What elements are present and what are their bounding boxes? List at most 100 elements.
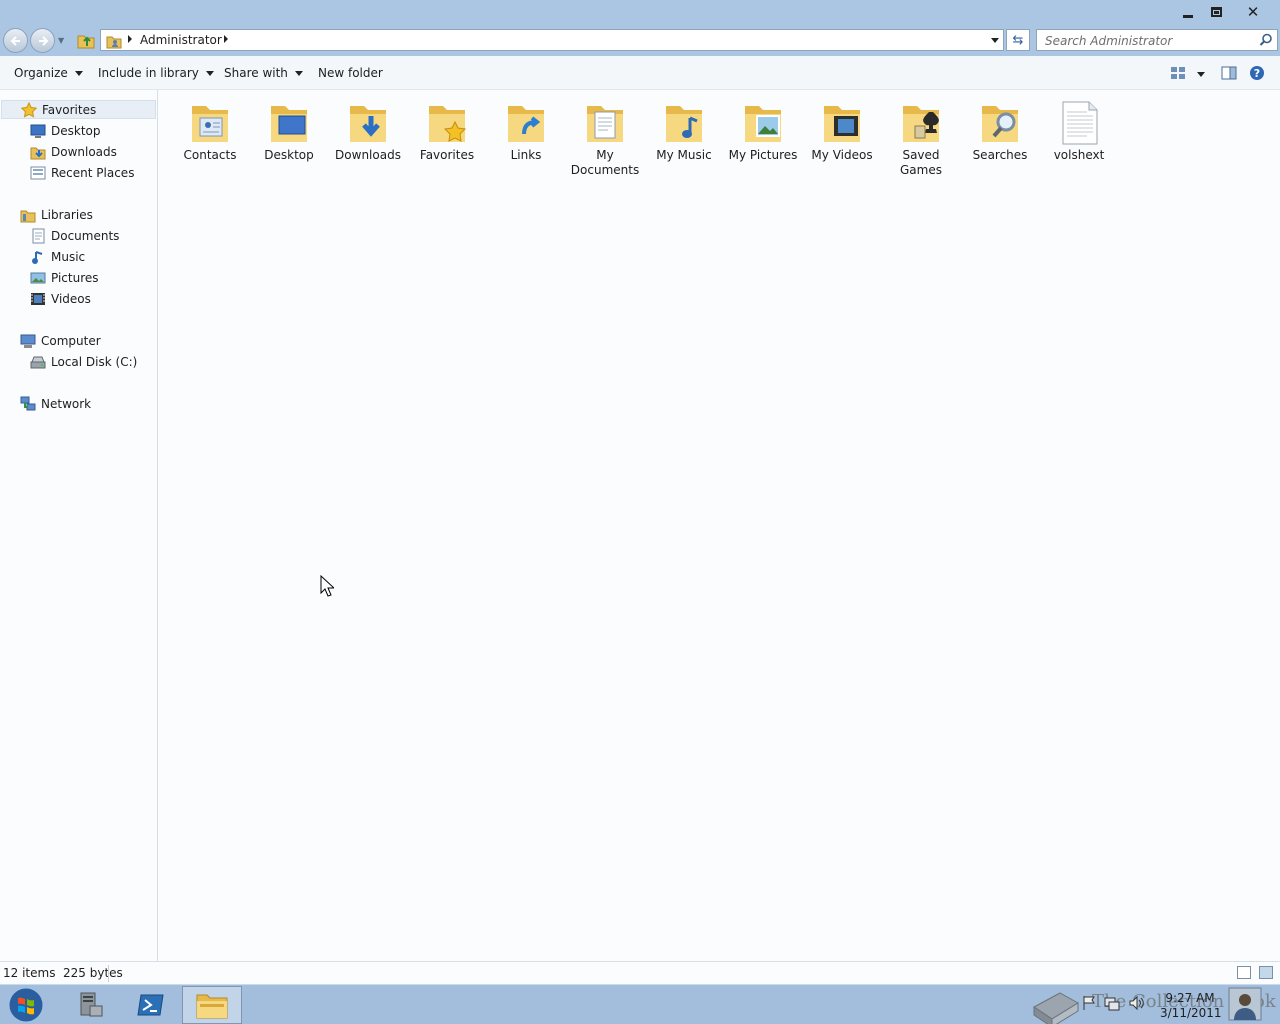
- file-item-my-music[interactable]: My Music: [646, 98, 722, 163]
- breadcrumb-child-arrow[interactable]: [224, 35, 228, 43]
- minimize-button[interactable]: [1174, 2, 1202, 22]
- title-bar: ✕: [0, 0, 1280, 26]
- nav-favorites[interactable]: Favorites: [1, 100, 156, 119]
- file-item-desktop[interactable]: Desktop: [251, 98, 327, 163]
- file-item-my-videos[interactable]: My Videos: [804, 98, 880, 163]
- nav-network[interactable]: Network: [20, 394, 91, 413]
- videos-icon: [30, 291, 46, 307]
- nav-libraries-music[interactable]: Music: [30, 247, 85, 266]
- include-in-library-menu[interactable]: Include in library: [98, 66, 214, 80]
- file-label: Favorites: [419, 148, 475, 162]
- nav-libraries-music-label: Music: [51, 249, 86, 264]
- chevron-down-icon: [205, 70, 214, 76]
- file-label: My Pictures: [728, 148, 798, 162]
- user-avatar-icon: [1228, 987, 1262, 1021]
- taskbar-powershell[interactable]: [121, 986, 181, 1024]
- preview-pane-icon[interactable]: [1221, 65, 1237, 81]
- music-icon: [30, 249, 46, 265]
- organize-label: Organize: [14, 66, 68, 80]
- pictures-icon: [30, 270, 46, 286]
- back-arrow-icon: [10, 36, 20, 46]
- breadcrumb-administrator[interactable]: Administrator: [140, 33, 222, 47]
- nav-libraries[interactable]: Libraries: [20, 205, 93, 224]
- file-item-searches[interactable]: Searches: [962, 98, 1038, 163]
- nav-libraries-pictures-label: Pictures: [51, 270, 99, 285]
- file-label: Links: [510, 148, 542, 162]
- file-item-saved-games[interactable]: Saved Games: [883, 98, 959, 178]
- file-label-line: My: [596, 148, 614, 162]
- status-item-count: 12 items: [3, 966, 56, 980]
- nav-computer[interactable]: Computer: [20, 331, 101, 350]
- nav-computer-local-disk-label: Local Disk (C:): [51, 354, 138, 369]
- view-options-dropdown[interactable]: [1197, 72, 1205, 77]
- nav-libraries-videos[interactable]: Videos: [30, 289, 91, 308]
- volume-icon[interactable]: [1128, 995, 1144, 1011]
- file-item-contacts[interactable]: Contacts: [172, 98, 248, 163]
- forward-button[interactable]: [30, 28, 55, 53]
- file-label: Downloads: [335, 148, 401, 162]
- file-item-downloads[interactable]: Downloads: [330, 98, 406, 163]
- nav-favorites-desktop[interactable]: Desktop: [30, 121, 101, 140]
- breadcrumb-root-arrow[interactable]: [128, 35, 132, 43]
- taskbar: The Collection Book 9:27 AM 3/11/2011: [0, 984, 1280, 1024]
- start-button[interactable]: [5, 986, 47, 1024]
- action-center-flag-icon[interactable]: [1082, 995, 1096, 1011]
- pictures-folder-icon: [745, 106, 781, 142]
- close-button[interactable]: ✕: [1239, 2, 1267, 22]
- search-icon[interactable]: [1259, 33, 1273, 47]
- up-folder-button[interactable]: [76, 30, 96, 50]
- network-icon: [20, 396, 36, 412]
- file-item-volshext[interactable]: volshext: [1041, 98, 1117, 163]
- powershell-icon: [137, 994, 164, 1016]
- network-tray-icon[interactable]: [1104, 995, 1120, 1011]
- file-label-line: Documents: [570, 163, 640, 177]
- libraries-icon: [20, 207, 36, 223]
- clock[interactable]: 9:27 AM 3/11/2011: [1160, 991, 1222, 1021]
- taskbar-windows-explorer[interactable]: [182, 986, 242, 1024]
- favorites-folder-icon: [429, 106, 467, 142]
- nav-favorites-downloads-label: Downloads: [51, 144, 117, 159]
- clock-time: 9:27 AM: [1165, 991, 1215, 1005]
- chevron-down-icon: [74, 70, 83, 76]
- file-label: My Documents: [567, 148, 643, 178]
- back-button[interactable]: [3, 28, 28, 53]
- taskbar-server-manager[interactable]: [60, 986, 120, 1024]
- forward-arrow-icon: [39, 36, 49, 46]
- nav-network-label: Network: [41, 396, 92, 411]
- address-bar[interactable]: Administrator: [100, 29, 1004, 51]
- file-item-my-documents[interactable]: My Documents: [567, 98, 643, 178]
- organize-menu[interactable]: Organize: [14, 66, 83, 80]
- new-folder-button[interactable]: New folder: [318, 66, 383, 80]
- help-icon[interactable]: ?: [1249, 65, 1265, 81]
- file-item-my-pictures[interactable]: My Pictures: [725, 98, 801, 163]
- recent-pages-dropdown[interactable]: ▼: [58, 36, 64, 45]
- saved-games-folder-icon: [903, 106, 939, 142]
- share-with-menu[interactable]: Share with: [224, 66, 303, 80]
- nav-libraries-documents[interactable]: Documents: [30, 226, 119, 245]
- nav-computer-local-disk[interactable]: Local Disk (C:): [30, 352, 137, 371]
- nav-favorites-desktop-label: Desktop: [51, 123, 101, 138]
- restore-button[interactable]: [1202, 2, 1230, 22]
- nav-libraries-pictures[interactable]: Pictures: [30, 268, 99, 287]
- user-folder-icon: [106, 36, 122, 49]
- file-label-line: Saved: [902, 148, 940, 162]
- music-folder-icon: [666, 106, 702, 142]
- file-item-favorites[interactable]: Favorites: [409, 98, 485, 163]
- user-avatar[interactable]: [1228, 987, 1262, 1021]
- file-label: Desktop: [264, 148, 314, 162]
- searches-folder-icon: [982, 106, 1018, 142]
- nav-favorites-downloads[interactable]: Downloads: [30, 142, 117, 161]
- nav-favorites-recent-places[interactable]: Recent Places: [30, 163, 134, 182]
- search-input[interactable]: [1045, 33, 1250, 48]
- file-item-links[interactable]: Links: [488, 98, 564, 163]
- minimize-icon: [1183, 14, 1193, 18]
- refresh-button[interactable]: ⇆: [1006, 29, 1030, 51]
- text-file-icon: [1062, 101, 1098, 145]
- nav-favorites-recent-places-label: Recent Places: [51, 165, 135, 180]
- videos-folder-icon: [824, 106, 860, 142]
- address-history-dropdown[interactable]: [991, 38, 999, 43]
- status-total-size: 225 bytes: [63, 966, 123, 980]
- documents-folder-icon: [587, 106, 623, 142]
- change-view-icon[interactable]: [1170, 65, 1186, 81]
- search-box[interactable]: [1036, 29, 1278, 51]
